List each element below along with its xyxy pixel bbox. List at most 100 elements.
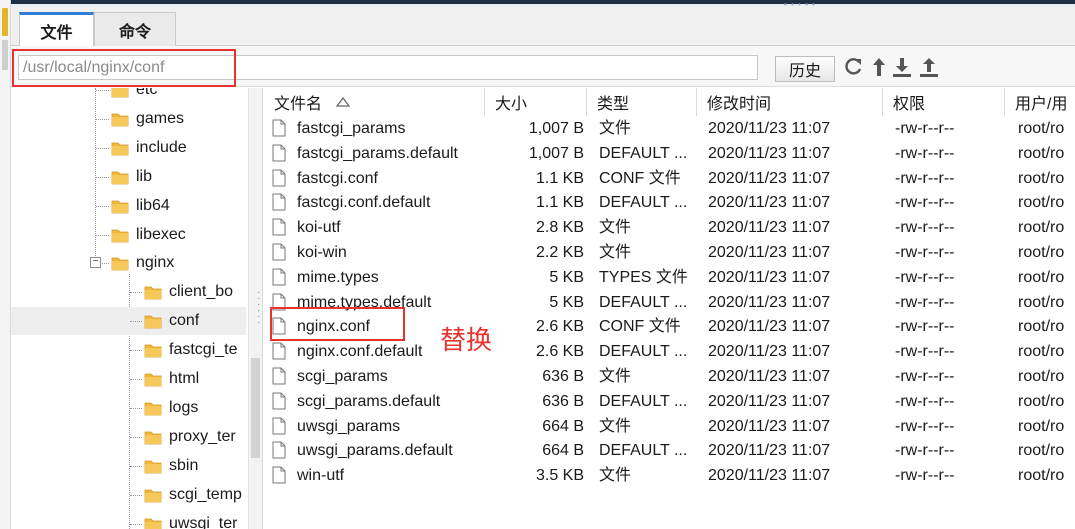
file-row[interactable]: nginx.conf.default 2.6 KB DEFAULT ... 2020/… xyxy=(264,339,1075,364)
file-icon xyxy=(272,417,286,435)
file-icon xyxy=(272,392,286,410)
tree-guide-line xyxy=(130,465,142,467)
file-row[interactable]: mime.types.default 5 KB DEFAULT ... 2020/11… xyxy=(264,290,1075,315)
tree-item-etc[interactable]: etc xyxy=(11,88,246,104)
file-row[interactable]: uwsgi_params.default 664 B DEFAULT ... 2020… xyxy=(264,438,1075,463)
folder-icon xyxy=(111,229,129,242)
panel-splitter[interactable]: · · · · · · xyxy=(257,288,261,330)
tree-item-conf[interactable]: conf xyxy=(11,307,246,336)
path-input[interactable] xyxy=(18,55,758,80)
tree-guide-line xyxy=(96,118,109,120)
file-modified: 2020/11/23 11:07 xyxy=(708,318,831,336)
history-button[interactable]: 历史 xyxy=(775,56,835,82)
file-name: win-utf xyxy=(297,467,345,485)
file-modified: 2020/11/23 11:07 xyxy=(708,467,831,485)
tree-item-sbin[interactable]: sbin xyxy=(11,452,246,480)
sort-ascending-icon xyxy=(336,97,351,107)
up-arrow-icon[interactable] xyxy=(868,55,890,79)
tree-item-label: conf xyxy=(169,312,200,330)
file-size: 2.6 KB xyxy=(535,318,584,336)
file-modified: 2020/11/23 11:07 xyxy=(708,144,831,162)
file-name: uwsgi_params.default xyxy=(297,442,453,460)
tree-guide-line xyxy=(130,379,142,380)
file-owner: root/ro xyxy=(1018,392,1065,410)
tree-item-games[interactable]: games xyxy=(11,105,246,133)
file-name: mime.types.default xyxy=(297,293,432,311)
tab-files[interactable]: 文件 xyxy=(19,12,94,47)
file-permissions: -rw-r--r-- xyxy=(895,467,955,485)
folder-icon xyxy=(111,200,129,213)
column-header-owner[interactable]: 用户/用 xyxy=(1005,88,1075,116)
tree-collapse-icon[interactable]: − xyxy=(90,257,101,269)
column-header-permissions[interactable]: 权限 xyxy=(883,88,1005,116)
tree-guide-line xyxy=(96,176,109,178)
tree-item-fastcgi-te[interactable]: fastcgi_te xyxy=(11,336,246,364)
file-size: 636 B xyxy=(542,368,584,385)
file-row[interactable]: scgi_params.default 636 B DEFAULT ... 2020/… xyxy=(264,389,1075,414)
file-row[interactable]: fastcgi.conf 1.1 KB CONF 文件 2020/11/23 11:0… xyxy=(264,166,1075,191)
file-permissions: -rw-r--r-- xyxy=(895,293,955,311)
tree-item-label: sbin xyxy=(169,456,199,474)
file-owner: root/ro xyxy=(1018,244,1065,261)
file-type: DEFAULT ... xyxy=(599,442,688,460)
folder-icon xyxy=(111,113,129,127)
file-row[interactable]: koi-utf 2.8 KB 文件 2020/11/23 11:07 -rw-r--r-… xyxy=(264,215,1075,240)
file-row[interactable]: fastcgi_params.default 1,007 B DEFAULT ...… xyxy=(264,141,1075,166)
tree-item-scgi-temp[interactable]: scgi_temp xyxy=(11,481,246,509)
tree-guide-line xyxy=(96,147,109,149)
file-row[interactable]: win-utf 3.5 KB 文件 2020/11/23 11:07 -rw-r--r-… xyxy=(264,463,1075,488)
file-row[interactable]: fastcgi.conf.default 1.1 KB DEFAULT ... 202… xyxy=(264,190,1075,215)
download-icon[interactable] xyxy=(891,55,913,79)
tree-item-libexec[interactable]: libexec xyxy=(11,221,246,249)
file-type: DEFAULT ... xyxy=(599,194,688,212)
file-size: 1,007 B xyxy=(528,120,584,137)
tree-guide-line xyxy=(130,494,142,496)
column-header-size[interactable]: 大小 xyxy=(485,88,587,116)
file-type: DEFAULT ... xyxy=(599,144,688,162)
file-name: mime.types xyxy=(297,268,379,286)
tree-item-client-bo[interactable]: client_bo xyxy=(11,278,246,306)
tree-scrollbar-thumb[interactable] xyxy=(251,358,260,458)
column-header-owner-label: 用户/用 xyxy=(1015,96,1068,113)
file-name: fastcgi_params.default xyxy=(297,144,458,162)
tab-commands[interactable]: 命令 xyxy=(94,12,176,46)
tree-item-logs[interactable]: logs xyxy=(11,394,246,422)
file-permissions: -rw-r--r-- xyxy=(895,244,955,261)
file-row[interactable]: nginx.conf 2.6 KB CONF 文件 2020/11/23 11:07-… xyxy=(264,314,1075,339)
tree-item-include[interactable]: include xyxy=(11,134,246,162)
edge-marker xyxy=(2,8,8,36)
file-owner: root/ro xyxy=(1018,194,1065,212)
file-name: fastcgi.conf.default xyxy=(297,194,431,212)
column-header-modified[interactable]: 修改时间 xyxy=(697,88,883,116)
column-header-type[interactable]: 类型 xyxy=(587,88,697,116)
tree-item-proxy-ter[interactable]: proxy_ter xyxy=(11,423,246,451)
tree-item-label: logs xyxy=(169,398,199,416)
folder-icon xyxy=(144,431,162,445)
tree-item-nginx[interactable]: nginx xyxy=(11,249,246,277)
tree-item-label: lib64 xyxy=(136,196,170,214)
file-type: 文件 xyxy=(599,219,632,237)
column-header-name[interactable]: 文件名 xyxy=(264,88,485,116)
upload-icon[interactable] xyxy=(918,55,940,79)
folder-icon xyxy=(144,489,162,502)
tree-item-html[interactable]: html xyxy=(11,365,246,393)
file-row[interactable]: fastcgi_params 1,007 B 文件 2020/11/23 11:07 -… xyxy=(264,116,1075,141)
column-header-modified-label: 修改时间 xyxy=(707,96,772,113)
folder-icon xyxy=(144,315,162,329)
file-row[interactable]: uwsgi_params 664 B 文件 2020/11/23 11:07 -rw-r… xyxy=(264,414,1075,439)
tree-item-uwsgi-ter[interactable]: uwsgi_ter xyxy=(11,510,246,529)
tree-item-lib64[interactable]: lib64 xyxy=(11,192,246,220)
file-permissions: -rw-r--r-- xyxy=(895,219,955,237)
file-permissions: -rw-r--r-- xyxy=(895,343,955,361)
file-icon xyxy=(272,466,286,484)
file-row[interactable]: scgi_params 636 B 文件 2020/11/23 11:07 -rw-r-… xyxy=(264,364,1075,389)
tree-item-lib[interactable]: lib xyxy=(11,163,246,191)
file-list: 文件名 大小 类型 修改时间 权限 用户/用 fastcgi_params 1,0… xyxy=(264,88,1075,529)
folder-icon xyxy=(111,171,129,185)
file-modified: 2020/11/23 11:07 xyxy=(708,368,831,385)
file-row[interactable]: mime.types 5 KB TYPES 文件 2020/11/23 11:07 -r… xyxy=(264,265,1075,290)
file-permissions: -rw-r--r-- xyxy=(895,194,955,212)
file-row[interactable]: koi-win 2.2 KB 文件 2020/11/23 11:07 -rw-r--r-… xyxy=(264,240,1075,265)
tree-item-label: lib xyxy=(136,167,153,185)
refresh-icon[interactable] xyxy=(842,55,864,79)
